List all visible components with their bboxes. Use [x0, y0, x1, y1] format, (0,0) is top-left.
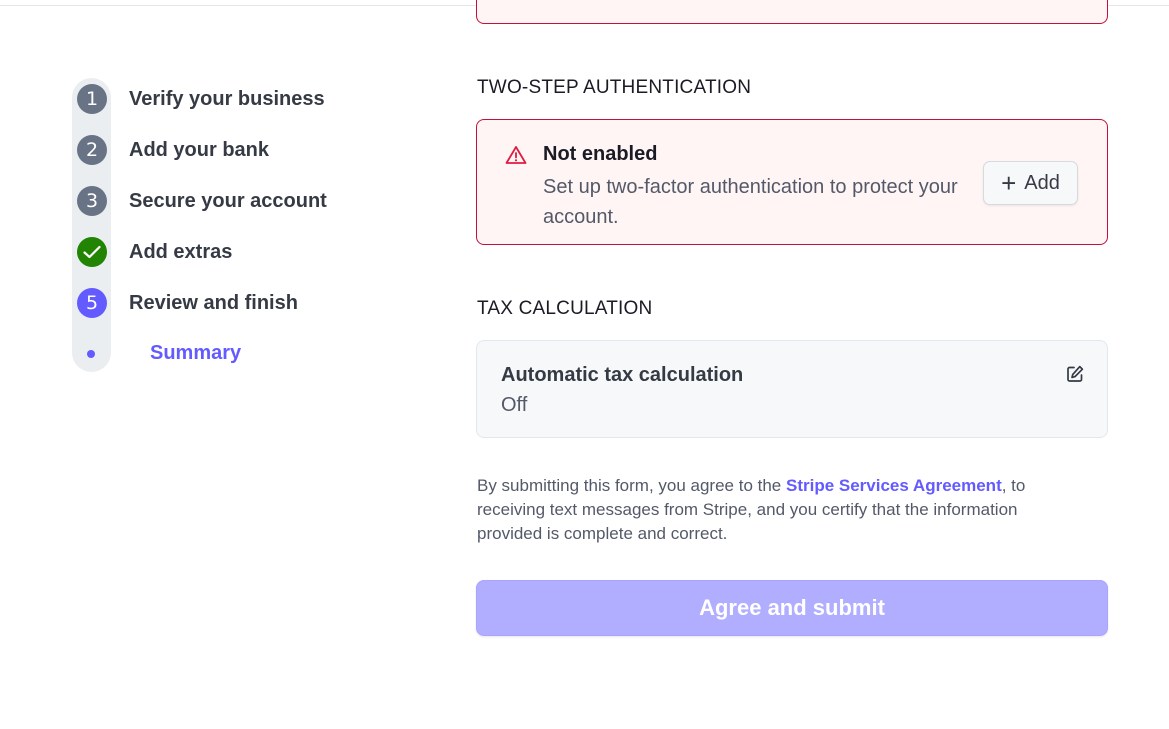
sub-step-dot — [87, 350, 95, 358]
alert-title: Not enabled — [543, 143, 658, 165]
add-two-factor-button[interactable]: + Add — [983, 161, 1078, 205]
add-button-label: Add — [1024, 171, 1060, 194]
alert-description: Set up two-factor authentication to prot… — [543, 176, 958, 228]
previous-alert-card — [476, 0, 1108, 24]
sub-step-summary[interactable]: Summary — [150, 342, 241, 365]
tax-setting-title: Automatic tax calculation — [501, 364, 744, 386]
step-number-badge: 2 — [77, 135, 107, 165]
tax-card: Automatic tax calculation Off — [476, 340, 1108, 438]
warning-triangle-icon — [505, 146, 527, 164]
legal-prefix: By submitting this form, you agree to th… — [477, 476, 786, 495]
tax-heading: TAX CALCULATION — [477, 298, 653, 319]
legal-agreement-text: By submitting this form, you agree to th… — [477, 474, 1077, 546]
step-add-bank[interactable]: 2 Add your bank — [77, 135, 269, 165]
step-number-badge: 1 — [77, 84, 107, 114]
tax-setting-value: Off — [501, 394, 528, 416]
step-number-badge: 3 — [77, 186, 107, 216]
step-verify-business[interactable]: 1 Verify your business — [77, 84, 325, 114]
step-secure-account[interactable]: 3 Secure your account — [77, 186, 327, 216]
stepper-track — [72, 78, 111, 372]
two-step-alert-card: Not enabled Set up two-factor authentica… — [476, 119, 1108, 245]
two-step-heading: TWO-STEP AUTHENTICATION — [477, 77, 752, 98]
step-add-extras[interactable]: Add extras — [77, 237, 232, 267]
step-label: Add extras — [129, 240, 233, 263]
step-review-finish[interactable]: 5 Review and finish — [77, 288, 298, 318]
step-label: Verify your business — [129, 87, 325, 110]
checkmark-icon — [77, 237, 107, 267]
step-number-badge: 5 — [77, 288, 107, 318]
edit-icon[interactable] — [1065, 364, 1085, 384]
agree-submit-button[interactable]: Agree and submit — [476, 580, 1108, 636]
services-agreement-link[interactable]: Stripe Services Agreement — [786, 476, 1002, 495]
plus-icon: + — [1001, 168, 1017, 198]
step-label: Secure your account — [129, 189, 327, 212]
step-label: Review and finish — [129, 291, 298, 314]
step-label: Add your bank — [129, 138, 270, 161]
